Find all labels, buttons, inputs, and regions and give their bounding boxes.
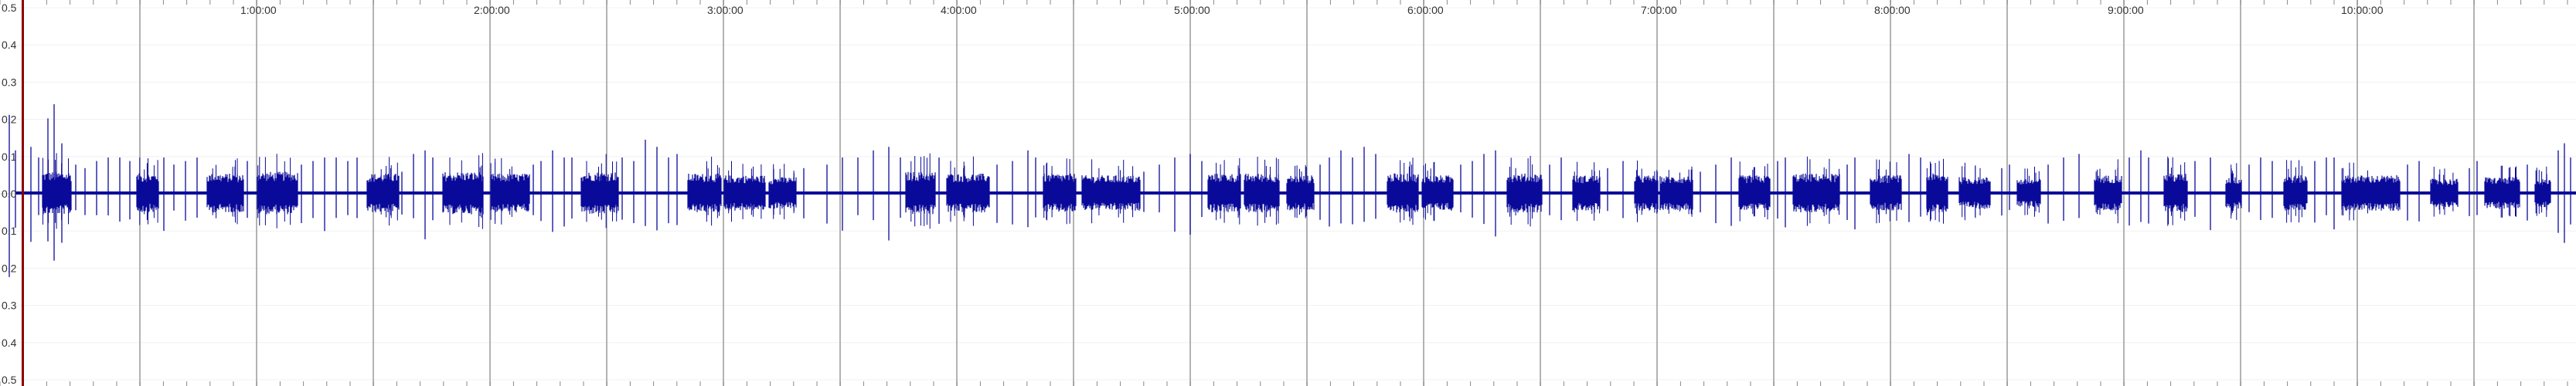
waveform-clip[interactable]	[1043, 158, 1077, 225]
time-label: 10:00:00	[2341, 4, 2384, 16]
amplitude-label: 0.1	[2, 151, 17, 163]
waveform-clip[interactable]	[1870, 159, 1902, 224]
waveform-editor: 0.5 0.4 0.3 0.2 0.1 0.0 0.1 0.2 0.3 0.4 0.5 1:00:00…	[0, 0, 2576, 386]
time-label: 6:00:00	[1407, 4, 1444, 16]
waveform-clip[interactable]	[687, 157, 722, 226]
amplitude-label: 0.1	[2, 225, 17, 237]
amplitude-label: 0.3	[2, 300, 17, 312]
waveform-clip[interactable]	[1738, 161, 1771, 222]
waveform-clip[interactable]	[768, 164, 797, 219]
waveform-clip[interactable]	[580, 154, 619, 229]
waveform-clip[interactable]	[257, 154, 298, 229]
waveform-timeline[interactable]: 0.5 0.4 0.3 0.2 0.1 0.0 0.1 0.2 0.3 0.4 0.5 1:00:00…	[0, 0, 2576, 386]
amplitude-label: 0.5	[2, 374, 17, 386]
amplitude-label: 0.3	[2, 76, 17, 88]
time-label: 5:00:00	[1174, 4, 1210, 16]
time-label: 3:00:00	[707, 4, 744, 16]
waveform-clip[interactable]	[1634, 161, 1659, 222]
time-label: 2:00:00	[474, 4, 510, 16]
waveform-clip[interactable]	[1387, 157, 1419, 225]
waveform-clip[interactable]	[42, 153, 72, 229]
waveform-track[interactable]	[9, 104, 2576, 277]
waveform-clip[interactable]	[1926, 158, 1948, 224]
amplitude-label: 0.2	[2, 113, 17, 126]
time-label: 9:00:00	[2108, 4, 2144, 16]
waveform-clip[interactable]	[442, 153, 484, 229]
waveform-clip[interactable]	[1081, 159, 1141, 224]
waveform-clip[interactable]	[206, 158, 244, 225]
amplitude-label: 0.0	[2, 188, 17, 200]
waveform-clip[interactable]	[366, 157, 400, 226]
waveform-clip[interactable]	[723, 161, 766, 222]
time-label: 4:00:00	[941, 4, 977, 16]
waveform-clip[interactable]	[1244, 157, 1280, 226]
waveform-clip[interactable]	[2094, 159, 2122, 224]
waveform-clip[interactable]	[1506, 155, 1543, 227]
waveform-clip[interactable]	[2283, 160, 2308, 223]
waveform-clip[interactable]	[1421, 161, 1454, 222]
waveform-clip[interactable]	[1659, 166, 1693, 217]
waveform-clip[interactable]	[2484, 165, 2520, 218]
waveform-clip[interactable]	[1792, 156, 1840, 226]
amplitude-label: 0.2	[2, 262, 17, 274]
waveform-clip[interactable]	[2225, 163, 2242, 220]
waveform-clip[interactable]	[1572, 161, 1601, 222]
waveform-clip[interactable]	[136, 157, 159, 225]
waveform-clip[interactable]	[1958, 162, 1991, 221]
waveform-clip[interactable]	[2341, 162, 2401, 221]
amplitude-label: 0.5	[2, 2, 17, 14]
waveform-clip[interactable]	[1207, 157, 1241, 225]
waveform-clip[interactable]	[1286, 164, 1315, 218]
time-label: 7:00:00	[1641, 4, 1677, 16]
playhead-cursor[interactable]	[22, 0, 24, 386]
waveform-clip[interactable]	[2163, 156, 2188, 226]
waveform-clip[interactable]	[905, 153, 936, 229]
waveform-clip[interactable]	[2016, 166, 2041, 217]
waveform-clip[interactable]	[2430, 167, 2459, 217]
waveform-clip[interactable]	[946, 156, 990, 226]
waveform-clip[interactable]	[2534, 166, 2551, 217]
time-label: 1:00:00	[240, 4, 277, 16]
amplitude-label: 0.4	[2, 39, 17, 51]
waveform-clip[interactable]	[490, 157, 530, 225]
time-label: 8:00:00	[1874, 4, 1911, 16]
amplitude-label: 0.4	[2, 337, 17, 349]
